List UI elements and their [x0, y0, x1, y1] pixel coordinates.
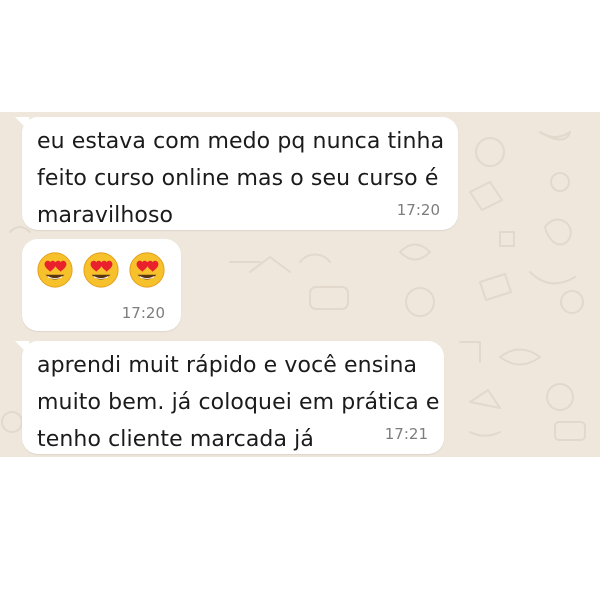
heart-eyes-emoji-icon: [128, 251, 166, 289]
heart-eyes-emoji-icon: [36, 251, 74, 289]
message-bubble-incoming[interactable]: aprendi muit rápido e você ensina muito …: [15, 341, 444, 454]
heart-eyes-emoji-icon: [82, 251, 120, 289]
bubble-tail: [15, 117, 29, 131]
message-time: 17:21: [384, 425, 428, 443]
message-time: 17:20: [396, 201, 440, 219]
emoji-row: [36, 251, 166, 289]
message-text: eu estava com medo pq nunca tinha feito …: [37, 129, 445, 228]
bubble-tail: [15, 341, 29, 355]
message-bubble-incoming[interactable]: eu estava com medo pq nunca tinha feito …: [15, 117, 458, 230]
message-text: aprendi muit rápido e você ensina muito …: [37, 353, 440, 452]
message-bubble-incoming-emoji[interactable]: 17:20: [22, 239, 181, 331]
chat-conversation-area[interactable]: eu estava com medo pq nunca tinha feito …: [0, 112, 600, 457]
screenshot-page: eu estava com medo pq nunca tinha feito …: [0, 0, 600, 600]
message-time: 17:20: [121, 304, 165, 322]
